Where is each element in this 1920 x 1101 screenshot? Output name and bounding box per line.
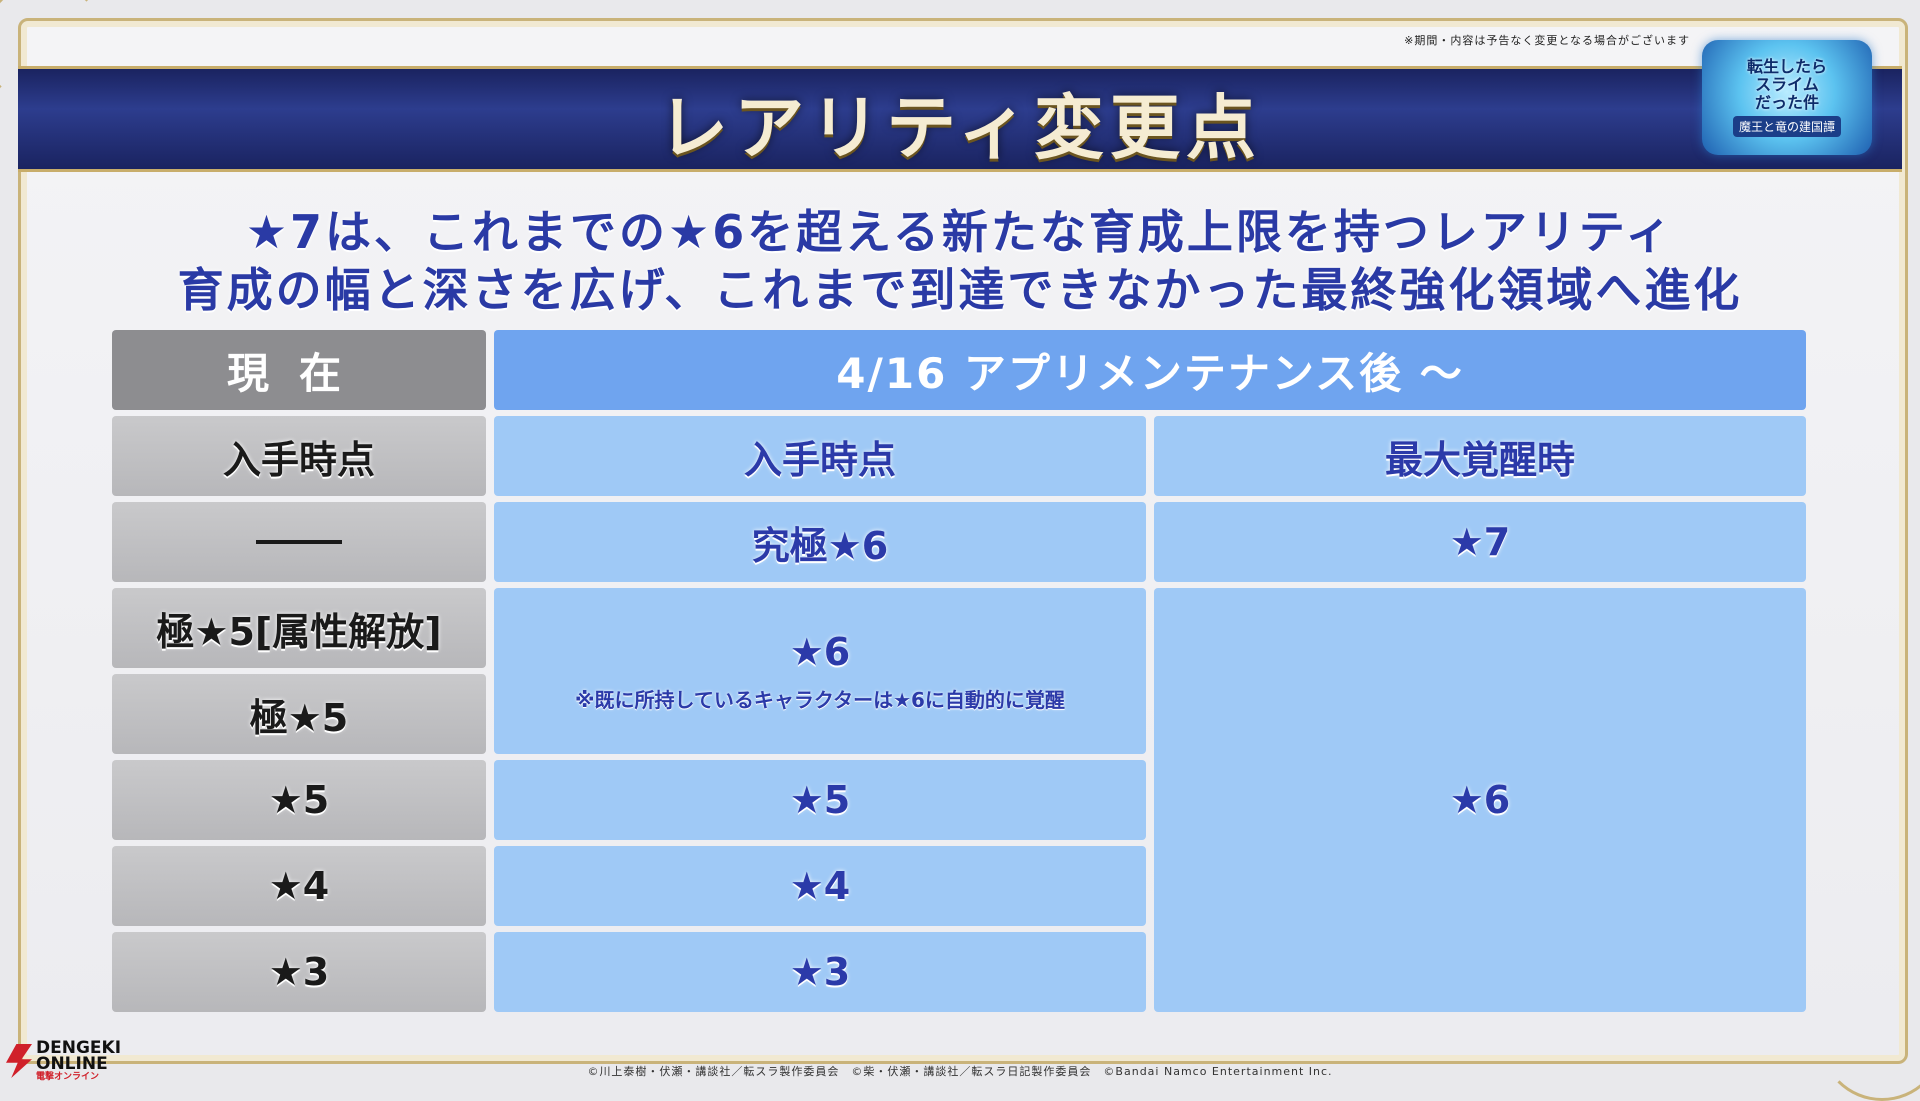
logo-line-3: だった件 — [1754, 93, 1819, 112]
auto-awaken-note: ※既に所持しているキャラクターは★6に自動的に覚醒 — [575, 687, 1065, 712]
current-extreme-star5: 極★5 — [112, 674, 486, 754]
watermark-line-2: ONLINE — [36, 1054, 108, 1074]
current-extreme-star5-attr: 極★5[属性解放] — [112, 588, 486, 668]
current-header: 現在 — [112, 330, 486, 410]
dengeki-online-watermark: DENGEKI ONLINE 電撃オンライン — [6, 1040, 121, 1082]
logo-line-2: スライム — [1755, 75, 1819, 94]
headline-line-2: 育成の幅と深さを広げ、これまで到達できなかった最終強化領域へ進化 — [177, 263, 1743, 317]
after-max-star6: ★6 — [1154, 588, 1806, 1012]
after-obtain-star6-label: ★6 — [789, 629, 851, 674]
disclaimer-notice: ※期間・内容は予告なく変更となる場合がございます — [1404, 34, 1690, 47]
after-obtain-star6: ★6 ※既に所持しているキャラクターは★6に自動的に覚醒 — [494, 588, 1146, 754]
current-star5: ★5 — [112, 760, 486, 840]
current-star3: ★3 — [112, 932, 486, 1012]
dengeki-text: DENGEKI ONLINE 電撃オンライン — [36, 1040, 121, 1083]
watermark-line-3: 電撃オンライン — [36, 1072, 100, 1082]
current-star4: ★4 — [112, 846, 486, 926]
headline-line-1: ★7は、これまでの★6を超える新たな育成上限を持つレアリティ — [245, 205, 1675, 259]
after-obtain-star4: ★4 — [494, 846, 1146, 926]
after-obtain-label: 入手時点 — [494, 416, 1146, 496]
after-maintenance-header: 4/16 アプリメンテナンス後 ～ — [494, 330, 1806, 410]
after-obtain-star5: ★5 — [494, 760, 1146, 840]
logo-subtitle: 魔王と竜の建国譚 — [1732, 116, 1841, 137]
current-obtain-label: 入手時点 — [112, 416, 486, 496]
lightning-icon — [6, 1044, 32, 1078]
copyright: ©川上泰樹・伏瀬・講談社／転スラ製作委員会 ©柴・伏瀬・講談社／転スラ日記製作委… — [587, 1065, 1333, 1078]
after-max-star7: ★7 — [1154, 502, 1806, 582]
current-none-cell — [112, 502, 486, 582]
after-max-awaken-label: 最大覚醒時 — [1154, 416, 1806, 496]
page-title: レアリティ変更点 — [658, 86, 1262, 169]
after-obtain-ultimate-star6: 究極★6 — [494, 502, 1146, 582]
after-obtain-star3: ★3 — [494, 932, 1146, 1012]
logo-line-1: 転生したら — [1746, 57, 1827, 76]
dash-line — [256, 540, 342, 544]
game-logo: 転生したら スライム だった件 魔王と竜の建国譚 — [1702, 40, 1872, 155]
